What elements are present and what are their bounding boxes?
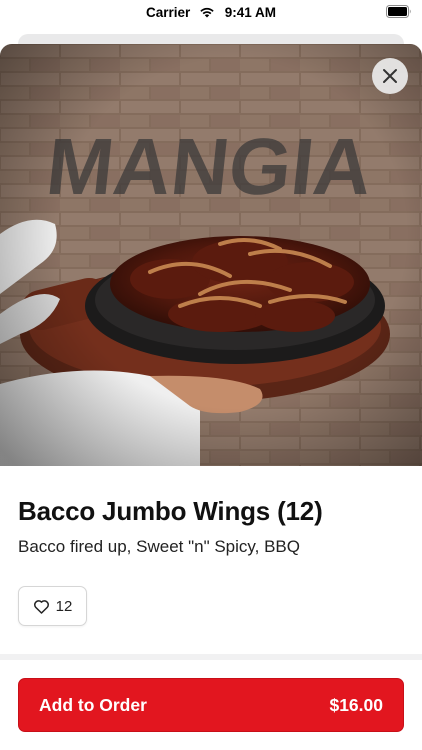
section-divider — [0, 654, 422, 660]
carrier-label: Carrier — [145, 4, 191, 20]
heart-outline-icon — [33, 599, 49, 614]
status-center: Carrier 9:41 AM — [0, 4, 422, 20]
item-description: Bacco fired up, Sweet "n" Spicy, BBQ — [18, 537, 300, 556]
add-to-order-label: Add to Order — [39, 694, 147, 715]
item-title: Bacco Jumbo Wings (12) — [18, 496, 323, 526]
like-count: 12 — [55, 597, 73, 615]
item-photo: MANGIA — [0, 44, 422, 466]
status-time: 9:41 AM — [224, 4, 277, 20]
status-bar: Carrier 9:41 AM — [0, 0, 422, 26]
food-photo: MANGIA — [0, 44, 422, 466]
order-price: $16.00 — [329, 694, 383, 715]
battery-icon — [386, 5, 411, 18]
close-icon — [383, 69, 397, 83]
wifi-icon — [200, 8, 214, 18]
close-button[interactable] — [372, 58, 408, 94]
like-button[interactable]: 12 — [18, 586, 87, 626]
item-detail-sheet: MANGIA — [0, 44, 422, 750]
add-to-order-button[interactable]: Add to Order $16.00 — [18, 678, 404, 732]
